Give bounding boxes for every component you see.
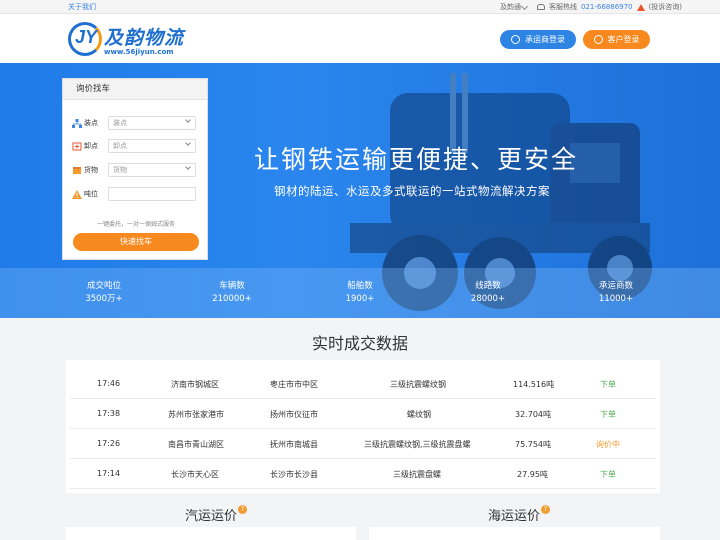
chevron-down-icon — [185, 164, 191, 170]
load-point-select[interactable]: 装点 — [108, 116, 196, 130]
phone-icon — [537, 4, 545, 10]
logo-mark-icon: JY — [68, 22, 102, 56]
chevron-down-icon — [185, 117, 191, 123]
load-point-label: 装点 — [84, 119, 98, 127]
sea-freight-title: 海运运价? — [488, 505, 551, 524]
complaint-link[interactable]: (投诉咨询) — [649, 2, 682, 12]
hero-title: 让钢铁运输更便捷、更安全 — [254, 145, 579, 174]
hero-subtitle: 钢材的陆运、水运及多式联运的一站式物流解决方案 — [274, 184, 550, 198]
tonnage-input[interactable] — [108, 187, 196, 201]
unload-point-select[interactable]: 卸点 — [108, 139, 196, 153]
truck-freight-title: 汽运运价? — [185, 505, 248, 524]
client-login-button[interactable]: 客户登录 — [583, 30, 650, 49]
carrier-login-label: 承运商登录 — [525, 35, 565, 44]
quick-find-button[interactable]: 快速找车 — [73, 233, 199, 251]
stat-ships: 船舶数 1900+ — [345, 281, 375, 304]
top-bar-right: 及韵通 客服热线 021-66886970 (投诉咨询) — [500, 2, 682, 12]
logo-url: www.56jiyun.com — [104, 47, 174, 56]
realtime-table: 17:46 济南市钢城区 枣庄市市中区 三级抗震螺纹钢 114.516吨 下单 … — [66, 360, 660, 493]
client-login-label: 客户登录 — [607, 35, 640, 44]
cargo-row: 货物 货物 — [72, 162, 202, 178]
warning-icon — [72, 189, 82, 199]
stat-deal-tonnage: 成交吨位 3500万+ — [85, 281, 123, 304]
about-us-link[interactable]: 关于我们 — [68, 2, 96, 12]
truck-freight-card — [66, 527, 356, 540]
user-menu[interactable]: 及韵通 — [500, 2, 529, 12]
chevron-down-icon — [520, 2, 529, 11]
stats-bar: 成交吨位 3500万+ 车辆数 210000+ 船舶数 1900+ 线路数 28000+… — [0, 268, 720, 318]
top-bar: 关于我们 及韵通 客服热线 021-66886970 (投诉咨询) — [0, 0, 720, 14]
logo-name: 及韵物流 — [104, 26, 185, 49]
table-row: 17:26 南昌市青山湖区 抚州市南城县 三级抗震螺纹钢,三级抗震盘螺 75.7… — [70, 429, 656, 459]
stat-routes: 线路数 28000+ — [470, 281, 506, 304]
status-link[interactable]: 询价中 — [596, 439, 620, 450]
unload-icon — [72, 142, 82, 150]
chevron-down-icon — [185, 140, 191, 146]
help-icon[interactable]: ? — [541, 505, 551, 514]
cargo-label: 货物 — [84, 166, 98, 174]
network-icon — [72, 118, 82, 128]
user-icon — [511, 35, 520, 44]
tonnage-label: 吨位 — [84, 190, 98, 198]
user-icon — [593, 35, 603, 44]
cargo-select[interactable]: 货物 — [108, 163, 196, 177]
status-link[interactable]: 下单 — [600, 469, 616, 480]
load-point-row: 装点 装点 — [72, 115, 202, 131]
panel-title: 询价找车 — [63, 79, 207, 100]
table-row: 17:38 苏州市张家港市 扬州市仪征市 螺纹钢 32.704吨 下单 — [70, 399, 656, 429]
site-header: JY 及韵物流 www.56jiyun.com 承运商登录 客户登录 — [0, 14, 720, 63]
user-name: 及韵通 — [500, 3, 521, 11]
table-row: 17:46 济南市钢城区 枣庄市市中区 三级抗震螺纹钢 114.516吨 下单 — [70, 369, 656, 399]
realtime-title: 实时成交数据 — [311, 334, 408, 353]
logo[interactable]: JY 及韵物流 www.56jiyun.com — [68, 22, 184, 56]
service-note: 一键委托，一对一保姆式服务 — [96, 221, 175, 228]
unload-point-row: 卸点 卸点 — [72, 138, 202, 154]
hotline-number: 021-66886970 — [581, 3, 633, 11]
inquiry-panel: 询价找车 装点 装点 卸点 卸点 货物 货物 吨位 一键委托，一对一保姆式服务 … — [62, 78, 208, 260]
status-link[interactable]: 下单 — [600, 409, 616, 420]
unload-point-label: 卸点 — [84, 142, 98, 150]
stat-carriers: 承运商数 11000+ — [598, 281, 634, 304]
tonnage-row: 吨位 — [72, 186, 202, 202]
warning-icon — [636, 3, 645, 11]
carrier-login-button[interactable]: 承运商登录 — [500, 30, 576, 49]
status-link[interactable]: 下单 — [600, 379, 616, 390]
hotline-label: 客服热线 — [549, 3, 577, 11]
stat-vehicles: 车辆数 210000+ — [212, 281, 252, 304]
help-icon[interactable]: ? — [238, 505, 248, 514]
box-icon — [73, 166, 81, 174]
sea-freight-card — [369, 527, 660, 540]
table-row: 17:14 长沙市天心区 长沙市长沙县 三级抗震盘螺 27.95吨 下单 — [70, 459, 656, 489]
